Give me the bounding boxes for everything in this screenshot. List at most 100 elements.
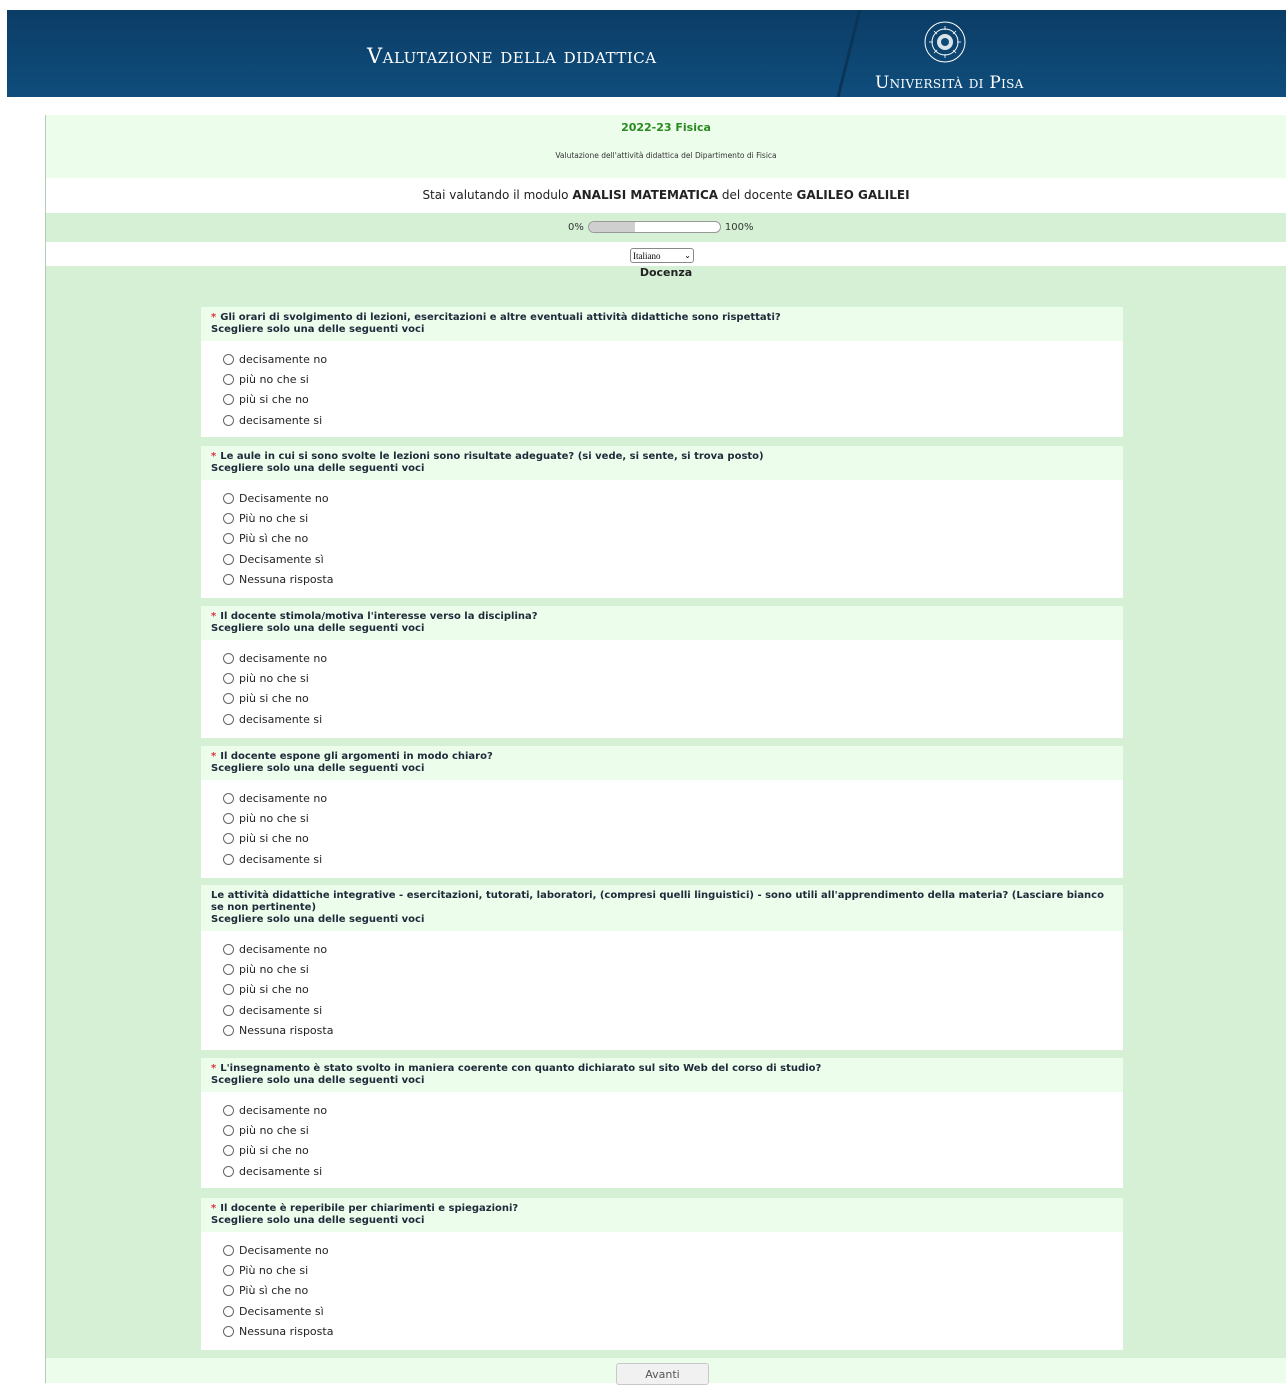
answer-option[interactable]: Più no che si <box>223 508 1123 528</box>
module-prefix: Stai valutando il modulo <box>422 188 569 202</box>
answer-option[interactable]: più si che no <box>223 980 1123 1000</box>
radio-button[interactable] <box>223 652 234 664</box>
answer-label: decisamente si <box>239 413 323 427</box>
answer-list: Decisamente no Più no che si Più sì che no… <box>201 1232 1123 1342</box>
radio-button[interactable] <box>223 964 234 976</box>
answer-option[interactable]: decisamente no <box>223 939 1123 959</box>
radio-button[interactable] <box>223 1125 234 1137</box>
radio-button[interactable] <box>223 394 234 406</box>
radio-button[interactable] <box>223 1244 234 1256</box>
radio-button[interactable] <box>223 1265 234 1277</box>
question-text: Il docente è reperibile per chiarimenti … <box>220 1203 519 1214</box>
question-help: Scegliere solo una delle seguenti voci <box>211 914 425 925</box>
radio-button[interactable] <box>223 553 234 565</box>
radio-button[interactable] <box>223 792 234 804</box>
answer-label: più si che no <box>239 692 309 706</box>
answer-option[interactable]: decisamente si <box>223 410 1123 430</box>
radio-button[interactable] <box>223 984 234 996</box>
required-marker: * <box>211 611 217 622</box>
module-info: Stai valutando il modulo ANALISI MATEMAT… <box>46 178 1286 213</box>
radio-button[interactable] <box>223 492 234 504</box>
answer-option[interactable]: più no che si <box>223 808 1123 828</box>
answer-label: più no che si <box>239 672 309 686</box>
module-name: ANALISI MATEMATICA <box>572 188 719 202</box>
question-help: Scegliere solo una delle seguenti voci <box>211 324 425 335</box>
radio-button[interactable] <box>223 1326 234 1338</box>
survey-title: 2022-23 Fisica <box>621 121 711 134</box>
answer-option[interactable]: Decisamente no <box>223 488 1123 508</box>
answer-option[interactable]: Nessuna risposta <box>223 1322 1123 1342</box>
answer-option[interactable]: più si che no <box>223 390 1123 410</box>
survey-form: 2022-23 Fisica Valutazione dell'attività… <box>45 115 1286 1385</box>
question-text: L'insegnamento è stato svolto in maniera… <box>220 1063 822 1074</box>
answer-option[interactable]: Più no che si <box>223 1260 1123 1280</box>
answer-option[interactable]: decisamente si <box>223 709 1123 729</box>
radio-button[interactable] <box>223 943 234 955</box>
answer-label: più si che no <box>239 393 309 407</box>
radio-button[interactable] <box>223 414 234 426</box>
answer-label: Decisamente no <box>239 1243 329 1257</box>
radio-button[interactable] <box>223 713 234 725</box>
radio-button[interactable] <box>223 853 234 865</box>
question-block: * Il docente stimola/motiva l'interesse v… <box>201 606 1123 738</box>
next-button[interactable]: Avanti <box>616 1363 709 1385</box>
radio-button[interactable] <box>223 533 234 545</box>
radio-button[interactable] <box>223 1025 234 1037</box>
answer-label: Nessuna risposta <box>239 1325 334 1339</box>
required-marker: * <box>211 312 217 323</box>
answer-option[interactable]: Decisamente no <box>223 1240 1123 1260</box>
answer-label: decisamente no <box>239 942 328 956</box>
answer-option[interactable]: Più sì che no <box>223 1281 1123 1301</box>
answer-list: decisamente no più no che si più si che no… <box>201 780 1123 870</box>
answer-option[interactable]: decisamente no <box>223 1100 1123 1120</box>
answer-option[interactable]: decisamente no <box>223 648 1123 668</box>
language-section: Italiano ⌄ <box>46 242 1286 266</box>
answer-option[interactable]: Più sì che no <box>223 529 1123 549</box>
answer-option[interactable]: più no che si <box>223 1120 1123 1140</box>
answer-option[interactable]: più si che no <box>223 689 1123 709</box>
radio-button[interactable] <box>223 353 234 365</box>
radio-button[interactable] <box>223 813 234 825</box>
radio-button[interactable] <box>223 673 234 685</box>
answer-option[interactable]: più si che no <box>223 829 1123 849</box>
answer-option[interactable]: più si che no <box>223 1141 1123 1161</box>
answer-option[interactable]: decisamente si <box>223 1161 1123 1181</box>
answer-label: decisamente no <box>239 1103 328 1117</box>
radio-button[interactable] <box>223 513 234 525</box>
teacher-name: GALILEO GALILEI <box>796 188 910 202</box>
answer-option[interactable]: decisamente no <box>223 788 1123 808</box>
radio-button[interactable] <box>223 1165 234 1177</box>
radio-button[interactable] <box>223 1285 234 1297</box>
answer-option[interactable]: più no che si <box>223 369 1123 389</box>
answer-option[interactable]: decisamente si <box>223 1000 1123 1020</box>
answer-option[interactable]: Decisamente sì <box>223 1301 1123 1321</box>
answer-label: Più sì che no <box>239 1284 309 1298</box>
radio-button[interactable] <box>223 574 234 586</box>
answer-label: Più no che si <box>239 1264 309 1278</box>
radio-button[interactable] <box>223 1004 234 1016</box>
language-select[interactable]: Italiano ⌄ <box>630 248 694 263</box>
answer-option[interactable]: Nessuna risposta <box>223 1021 1123 1041</box>
answer-option[interactable]: Decisamente sì <box>223 549 1123 569</box>
radio-button[interactable] <box>223 1104 234 1116</box>
question-help: Scegliere solo una delle seguenti voci <box>211 1075 425 1086</box>
answer-option[interactable]: più no che si <box>223 959 1123 979</box>
radio-button[interactable] <box>223 374 234 386</box>
answer-label: decisamente si <box>239 712 323 726</box>
progress-min-label: 0% <box>568 221 584 233</box>
question-text: Le attività didattiche integrative - ese… <box>211 890 1104 913</box>
progress-max-label: 100% <box>724 221 754 233</box>
answer-option[interactable]: decisamente no <box>223 349 1123 369</box>
answer-option[interactable]: più no che si <box>223 668 1123 688</box>
radio-button[interactable] <box>223 1145 234 1157</box>
answer-label: più si che no <box>239 832 309 846</box>
answer-label: Nessuna risposta <box>239 1024 334 1038</box>
answer-label: più si che no <box>239 1144 309 1158</box>
question-block: * Il docente è reperibile per chiarimenti… <box>201 1198 1123 1350</box>
radio-button[interactable] <box>223 833 234 845</box>
answer-option[interactable]: decisamente si <box>223 849 1123 869</box>
answer-label: Più no che si <box>239 512 309 526</box>
answer-option[interactable]: Nessuna risposta <box>223 570 1123 590</box>
radio-button[interactable] <box>223 1305 234 1317</box>
radio-button[interactable] <box>223 693 234 705</box>
